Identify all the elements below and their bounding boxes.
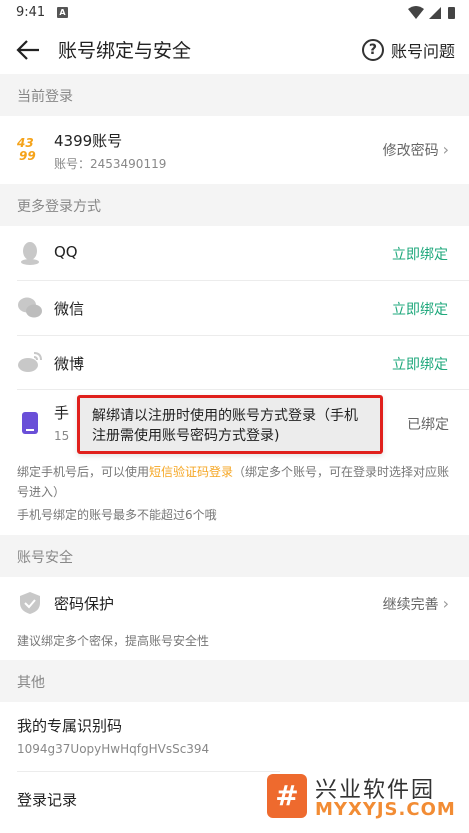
section-title: 账号安全 — [17, 550, 73, 566]
continue-setup-label: 继续完善 — [382, 597, 439, 613]
section-title: 更多登录方式 — [17, 199, 101, 215]
phone-number: 15 — [54, 429, 70, 443]
question-icon: ? — [361, 39, 384, 61]
unique-id-value: 1094g37UopyHwHqfgHVsSc394 — [17, 742, 210, 756]
watermark-logo: # — [267, 774, 307, 818]
signal-icon — [429, 7, 441, 19]
bind-qq-button[interactable]: 立即绑定 — [392, 244, 448, 264]
weibo-label: 微博 — [54, 355, 85, 373]
wifi-icon — [408, 6, 424, 19]
phone-icon — [22, 412, 38, 434]
watermark-url: MYXYJS.COM — [315, 799, 456, 820]
change-password-link[interactable]: 修改密码 › — [383, 140, 449, 160]
qq-label: QQ — [54, 243, 78, 261]
phone-limit-note: 手机号绑定的账号最多不能超过6个哦 — [17, 508, 217, 522]
watermark: # 兴业软件园 MYXYJS.COM — [265, 772, 465, 822]
login-row-weibo[interactable]: 微博 立即绑定 — [0, 336, 469, 390]
current-account-row[interactable]: 43 99 4399账号 账号：2453490119 修改密码 › — [0, 116, 469, 184]
section-other: 其他 — [0, 660, 469, 702]
qq-icon — [21, 242, 39, 265]
section-more-login: 更多登录方式 — [0, 184, 469, 226]
back-arrow-icon[interactable] — [16, 39, 40, 61]
phone-label: 手 — [54, 404, 70, 422]
status-icons — [408, 6, 455, 19]
chevron-right-icon: › — [442, 140, 449, 159]
login-row-wechat[interactable]: 微信 立即绑定 — [0, 281, 469, 335]
section-title: 当前登录 — [17, 89, 73, 105]
shield-icon — [20, 592, 40, 614]
unique-id-label: 我的专属识别码 — [17, 717, 123, 735]
phone-bind-note: 绑定手机号后，可以使用短信验证码登录（绑定多个账号，可在登录时选择对应账号进入） — [17, 462, 457, 502]
unbind-toast: 解绑请以注册时使用的账号方式登录（手机注册需使用账号密码方式登录) — [77, 395, 383, 454]
login-row-qq[interactable]: QQ 立即绑定 — [0, 226, 469, 280]
logo-bottom: 99 — [19, 149, 36, 163]
page-title: 账号绑定与安全 — [58, 40, 192, 62]
unique-id-row[interactable]: 我的专属识别码 1094g37UopyHwHqfgHVsSc394 — [0, 702, 469, 770]
note-prefix: 绑定手机号后，可以使用 — [17, 465, 150, 479]
section-account-security: 账号安全 — [0, 535, 469, 577]
battery-icon — [448, 7, 455, 19]
weibo-icon — [18, 352, 42, 372]
bind-wechat-button[interactable]: 立即绑定 — [392, 299, 448, 319]
status-bar: 9:41 A — [0, 0, 469, 26]
chevron-right-icon: › — [442, 594, 449, 613]
sms-login-link[interactable]: 短信验证码登录 — [149, 465, 233, 479]
account-id: 账号：2453490119 — [54, 157, 167, 171]
wechat-label: 微信 — [54, 300, 85, 318]
security-note: 建议绑定多个密保，提高账号安全性 — [17, 634, 210, 648]
password-protection-row[interactable]: 密码保护 继续完善 › — [0, 577, 469, 629]
password-protection-label: 密码保护 — [54, 595, 115, 613]
status-time: 9:41 — [16, 5, 46, 20]
section-current-login: 当前登录 — [0, 74, 469, 116]
continue-setup-link[interactable]: 继续完善 › — [383, 594, 449, 614]
bind-weibo-button[interactable]: 立即绑定 — [392, 354, 448, 374]
account-help-button[interactable]: ? 账号问题 — [361, 36, 455, 64]
change-password-label: 修改密码 — [382, 143, 439, 159]
login-record-label: 登录记录 — [17, 791, 78, 809]
help-label: 账号问题 — [390, 42, 455, 61]
wechat-icon — [18, 297, 42, 318]
account-name: 4399账号 — [54, 132, 123, 150]
header: 账号绑定与安全 ? 账号问题 — [0, 26, 469, 74]
4399-logo-icon: 43 99 — [17, 137, 41, 165]
notification-icon: A — [57, 7, 68, 18]
section-title: 其他 — [17, 675, 45, 691]
phone-bound-status[interactable]: 已绑定 — [407, 414, 449, 434]
